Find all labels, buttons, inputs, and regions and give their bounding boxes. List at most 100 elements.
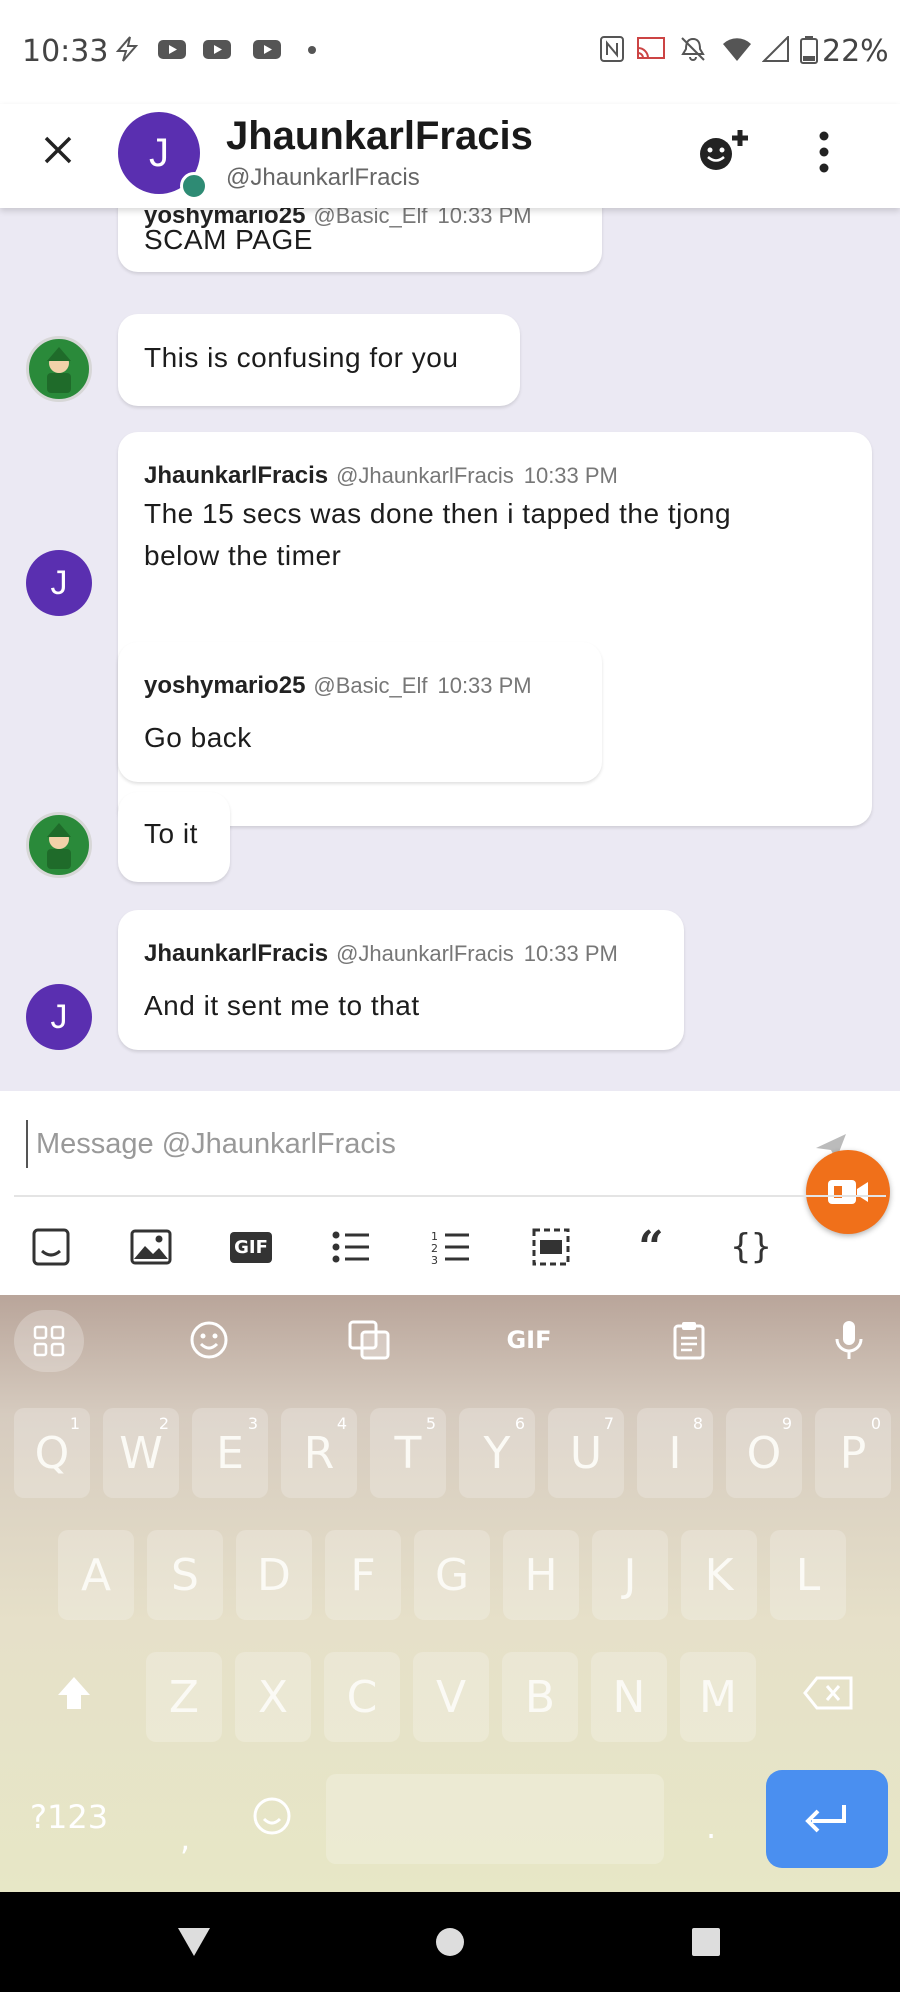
shift-key[interactable] bbox=[36, 1648, 112, 1738]
key-s[interactable]: S bbox=[147, 1530, 223, 1620]
key-n[interactable]: N bbox=[591, 1652, 667, 1742]
key-hint: 3 bbox=[247, 1414, 258, 1433]
period-key[interactable]: . bbox=[706, 1808, 716, 1846]
message-author[interactable]: JhaunkarlFracis bbox=[144, 462, 328, 489]
backspace-key[interactable] bbox=[790, 1648, 866, 1738]
key-label: T bbox=[394, 1427, 422, 1479]
key-a[interactable]: A bbox=[58, 1530, 134, 1620]
keyboard-emoji-key-icon[interactable] bbox=[250, 1794, 294, 1838]
key-label: D bbox=[257, 1549, 291, 1601]
image-icon[interactable] bbox=[126, 1222, 176, 1272]
key-q[interactable]: Q1 bbox=[14, 1408, 90, 1498]
elf-avatar-icon bbox=[47, 823, 71, 869]
mute-icon bbox=[681, 37, 705, 61]
key-w[interactable]: W2 bbox=[103, 1408, 179, 1498]
enter-key[interactable] bbox=[766, 1770, 888, 1868]
key-e[interactable]: E3 bbox=[192, 1408, 268, 1498]
key-h[interactable]: H bbox=[503, 1530, 579, 1620]
avatar[interactable] bbox=[26, 336, 92, 402]
key-label: Y bbox=[483, 1427, 511, 1479]
home-nav-icon[interactable] bbox=[434, 1926, 466, 1958]
key-u[interactable]: U7 bbox=[548, 1408, 624, 1498]
apps-grid-icon[interactable] bbox=[14, 1310, 84, 1372]
numbered-list-icon[interactable]: 123 bbox=[426, 1222, 476, 1272]
key-m[interactable]: M bbox=[680, 1652, 756, 1742]
signal-icon bbox=[762, 36, 789, 62]
back-nav-icon[interactable] bbox=[176, 1924, 212, 1958]
key-l[interactable]: L bbox=[770, 1530, 846, 1620]
key-b[interactable]: B bbox=[502, 1652, 578, 1742]
key-label: W bbox=[119, 1427, 163, 1479]
translate-icon[interactable] bbox=[334, 1310, 404, 1370]
elf-avatar-icon bbox=[47, 347, 71, 393]
more-notifications-dot bbox=[308, 46, 316, 54]
code-block-icon[interactable]: {} bbox=[726, 1222, 776, 1272]
keyboard-emoji-icon[interactable] bbox=[174, 1310, 244, 1370]
youtube-icon bbox=[253, 40, 281, 59]
message-bubble[interactable]: yoshymario25 @Basic_Elf 10:33 PM Go back bbox=[118, 642, 602, 782]
key-i[interactable]: I8 bbox=[637, 1408, 713, 1498]
recipient-name[interactable]: JhaunkarlFracis bbox=[226, 114, 533, 159]
add-friend-icon[interactable] bbox=[696, 126, 752, 176]
gif-label: GIF bbox=[230, 1231, 272, 1263]
message-bubble[interactable]: To it bbox=[118, 792, 230, 882]
key-label: L bbox=[795, 1549, 821, 1601]
comma-key[interactable]: , bbox=[180, 1820, 190, 1858]
video-record-button[interactable] bbox=[806, 1150, 890, 1234]
symbols-key[interactable]: ?123 bbox=[30, 1798, 108, 1836]
key-y[interactable]: Y6 bbox=[459, 1408, 535, 1498]
youtube-icon bbox=[158, 40, 186, 59]
key-g[interactable]: G bbox=[414, 1530, 490, 1620]
cast-icon bbox=[637, 37, 665, 59]
space-key[interactable] bbox=[326, 1774, 664, 1864]
close-icon[interactable] bbox=[42, 134, 74, 166]
key-v[interactable]: V bbox=[413, 1652, 489, 1742]
key-p[interactable]: P0 bbox=[815, 1408, 891, 1498]
nfc-icon bbox=[600, 36, 624, 62]
microphone-icon[interactable] bbox=[814, 1310, 884, 1370]
avatar[interactable]: J bbox=[26, 550, 92, 616]
key-label: C bbox=[346, 1671, 378, 1723]
message-author[interactable]: yoshymario25 bbox=[144, 672, 305, 699]
avatar[interactable]: J bbox=[26, 984, 92, 1050]
clipboard-icon[interactable] bbox=[654, 1310, 724, 1370]
message-bubble[interactable]: JhaunkarlFracis @JhaunkarlFracis 10:33 PM … bbox=[118, 910, 684, 1050]
emoji-icon[interactable] bbox=[26, 1222, 76, 1272]
message-author[interactable]: JhaunkarlFracis bbox=[144, 940, 328, 967]
message-input[interactable] bbox=[26, 1120, 798, 1168]
quote-icon[interactable]: “ bbox=[626, 1222, 676, 1273]
key-k[interactable]: K bbox=[681, 1530, 757, 1620]
more-vertical-icon[interactable] bbox=[814, 130, 834, 174]
message-time: 10:33 PM bbox=[523, 941, 618, 966]
key-d[interactable]: D bbox=[236, 1530, 312, 1620]
wifi-icon bbox=[723, 38, 751, 61]
message-list[interactable]: yoshymario25 @Basic_Elf 10:33 PM SCAM PAGE… bbox=[0, 208, 900, 1091]
key-hint: 8 bbox=[692, 1414, 703, 1433]
key-t[interactable]: T5 bbox=[370, 1408, 446, 1498]
key-label: B bbox=[524, 1671, 556, 1723]
key-f[interactable]: F bbox=[325, 1530, 401, 1620]
bulleted-list-icon[interactable] bbox=[326, 1222, 376, 1272]
video-camera-icon bbox=[828, 1180, 868, 1204]
spoiler-icon[interactable] bbox=[526, 1222, 576, 1272]
key-label: F bbox=[350, 1549, 376, 1601]
key-z[interactable]: Z bbox=[146, 1652, 222, 1742]
recents-nav-icon[interactable] bbox=[690, 1926, 722, 1958]
message-meta: yoshymario25 @Basic_Elf 10:33 PM bbox=[144, 672, 532, 700]
gif-icon[interactable]: GIF bbox=[226, 1222, 276, 1272]
avatar[interactable] bbox=[26, 812, 92, 878]
message-bubble[interactable]: This is confusing for you bbox=[118, 314, 520, 406]
key-label: K bbox=[704, 1549, 734, 1601]
key-o[interactable]: O9 bbox=[726, 1408, 802, 1498]
svg-text:3: 3 bbox=[431, 1254, 438, 1265]
message-text: The 15 secs was done then i tapped the t… bbox=[144, 498, 732, 529]
message-text-line-2: below the timer bbox=[144, 540, 342, 571]
message-handle: @JhaunkarlFracis bbox=[336, 463, 514, 488]
key-j[interactable]: J bbox=[592, 1530, 668, 1620]
key-r[interactable]: R4 bbox=[281, 1408, 357, 1498]
message-text: To it bbox=[144, 818, 198, 849]
keyboard-gif-button[interactable]: GIF bbox=[494, 1310, 564, 1370]
key-c[interactable]: C bbox=[324, 1652, 400, 1742]
message-bubble[interactable]: yoshymario25 @Basic_Elf 10:33 PM SCAM PAGE bbox=[118, 208, 602, 272]
key-x[interactable]: X bbox=[235, 1652, 311, 1742]
